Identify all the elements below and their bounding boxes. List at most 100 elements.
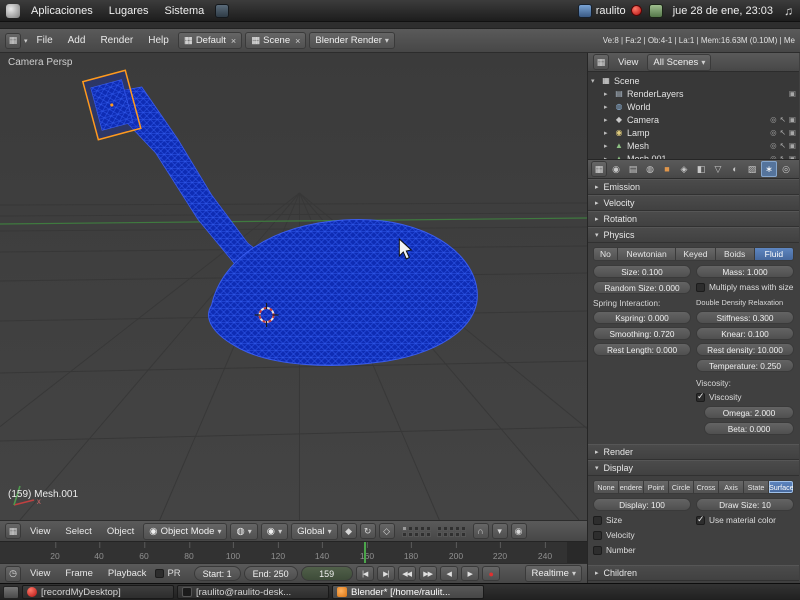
tray-status-icon[interactable] <box>648 3 663 18</box>
jump-to-start-button[interactable]: |◀ <box>355 566 374 581</box>
render-opengl-icon[interactable] <box>510 523 527 539</box>
panel-physics[interactable]: Physics <box>588 227 799 243</box>
editor-type-icon[interactable] <box>593 54 609 70</box>
velocity-checkbox[interactable] <box>593 530 602 540</box>
editor-type-icon[interactable] <box>5 523 21 539</box>
menu-view[interactable]: View <box>24 566 56 581</box>
temperature-field[interactable]: Temperature: 0.250 <box>696 359 794 372</box>
stiffness-field[interactable]: Stiffness: 0.300 <box>696 311 794 324</box>
restrict-render-icon[interactable] <box>789 115 796 124</box>
tree-row-lamp[interactable]: Lamp <box>591 126 796 139</box>
restrict-select-icon[interactable] <box>780 141 786 150</box>
scale-manipulator-icon[interactable] <box>378 523 395 539</box>
task-blender[interactable]: Blender* [/home/raulit... <box>332 585 484 599</box>
tree-row-mesh[interactable]: Mesh <box>591 139 796 152</box>
transform-orientation-selector[interactable]: Global <box>291 522 338 540</box>
draw-size-field[interactable]: Draw Size: 10 <box>696 498 794 511</box>
jump-to-end-button[interactable]: ▶| <box>376 566 395 581</box>
expand-icon[interactable] <box>604 155 611 160</box>
frame-start-field[interactable]: Start: 1 <box>193 566 241 581</box>
restrict-view-icon[interactable] <box>770 141 777 150</box>
random-size-field[interactable]: Random Size: 0.000 <box>593 281 691 294</box>
rotate-manipulator-icon[interactable] <box>359 523 376 539</box>
physics-type-no[interactable]: No <box>593 247 618 261</box>
menu-sistema[interactable]: Sistema <box>158 3 212 19</box>
expand-icon[interactable] <box>604 90 611 98</box>
use-material-color-checkbox[interactable] <box>696 514 705 525</box>
draw-axis[interactable]: Axis <box>719 480 744 494</box>
distro-logo-icon[interactable] <box>6 3 20 18</box>
mode-selector[interactable]: Object Mode <box>143 522 228 540</box>
task-recordmydesktop[interactable]: [recordMyDesktop] <box>22 585 174 599</box>
launcher-icon[interactable] <box>215 3 230 18</box>
viewport-shading-selector[interactable] <box>230 522 258 540</box>
scene-selector[interactable]: Scene <box>245 32 307 49</box>
record-button[interactable]: ● <box>481 566 500 581</box>
volume-icon[interactable] <box>781 4 796 18</box>
clock-applet[interactable]: jue 28 de ene, 23:03 <box>667 5 779 17</box>
tree-row-scene[interactable]: Scene <box>591 74 796 87</box>
expand-icon[interactable] <box>604 142 611 150</box>
restrict-render-icon[interactable] <box>789 89 796 98</box>
tab-object-data[interactable] <box>710 161 726 177</box>
snap-element-selector[interactable] <box>491 523 508 539</box>
tab-world[interactable] <box>642 161 658 177</box>
size-field[interactable]: Size: 0.100 <box>593 265 691 278</box>
task-terminal[interactable]: [raulito@raulito-desk... <box>177 585 329 599</box>
translate-manipulator-icon[interactable] <box>340 523 357 539</box>
menu-aplicaciones[interactable]: Aplicaciones <box>24 3 100 19</box>
expand-icon[interactable] <box>591 77 598 85</box>
menu-frame[interactable]: Frame <box>59 566 98 581</box>
tab-physics[interactable] <box>778 161 794 177</box>
rest-density-field[interactable]: Rest density: 10.000 <box>696 343 794 356</box>
menu-select[interactable]: Select <box>59 524 97 539</box>
collapse-menus-icon[interactable] <box>24 37 28 45</box>
expand-icon[interactable] <box>604 116 611 124</box>
recordmydesktop-tray-icon[interactable] <box>630 5 642 16</box>
tree-row-world[interactable]: World <box>591 100 796 113</box>
snap-magnet-icon[interactable] <box>472 523 489 539</box>
tab-scene[interactable] <box>625 161 641 177</box>
tab-texture[interactable] <box>744 161 760 177</box>
screen-unlink-icon[interactable] <box>229 36 236 46</box>
tree-row-mesh001[interactable]: Mesh.001 <box>591 152 796 160</box>
number-checkbox[interactable] <box>593 545 602 555</box>
display-percent-field[interactable]: Display: 100 <box>593 498 691 511</box>
menu-help[interactable]: Help <box>142 33 175 48</box>
panel-velocity[interactable]: Velocity <box>588 195 799 211</box>
menu-view[interactable]: View <box>612 55 644 70</box>
restrict-select-icon[interactable] <box>780 154 786 159</box>
play-reverse-button[interactable]: ◀ <box>439 566 458 581</box>
play-button[interactable]: ▶ <box>460 566 479 581</box>
menu-add[interactable]: Add <box>62 33 92 48</box>
draw-surface[interactable]: Surface <box>769 480 794 494</box>
expand-icon[interactable] <box>604 129 611 137</box>
viscosity-checkbox[interactable] <box>696 391 705 402</box>
size-checkbox[interactable] <box>593 515 602 525</box>
tray-network-icon[interactable] <box>577 3 592 18</box>
tab-particles[interactable] <box>761 161 777 177</box>
restrict-view-icon[interactable] <box>770 115 777 124</box>
menu-file[interactable]: File <box>31 33 59 48</box>
tab-constraints[interactable] <box>676 161 692 177</box>
restrict-view-icon[interactable] <box>770 128 777 137</box>
editor-type-icon[interactable] <box>5 565 21 582</box>
restrict-render-icon[interactable] <box>789 154 796 159</box>
rest-length-field[interactable]: Rest Length: 0.000 <box>593 343 691 356</box>
pivot-point-selector[interactable] <box>260 522 289 540</box>
menu-view[interactable]: View <box>24 524 56 539</box>
draw-state[interactable]: State <box>744 480 769 494</box>
physics-type-boids[interactable]: Boids <box>715 247 755 261</box>
smoothing-field[interactable]: Smoothing: 0.720 <box>593 327 691 340</box>
tree-row-renderlayers[interactable]: RenderLayers <box>591 87 796 100</box>
knear-field[interactable]: Knear: 0.100 <box>696 327 794 340</box>
viewport-3d[interactable]: x Camera Persp (159) Mesh.001 <box>0 53 587 520</box>
current-frame-playhead[interactable] <box>364 542 366 563</box>
menu-lugares[interactable]: Lugares <box>102 3 156 19</box>
draw-point[interactable]: Point <box>644 480 669 494</box>
restrict-render-icon[interactable] <box>789 128 796 137</box>
physics-type-newtonian[interactable]: Newtonian <box>617 247 677 261</box>
panel-emission[interactable]: Emission <box>588 179 799 195</box>
mass-field[interactable]: Mass: 1.000 <box>696 265 794 278</box>
tab-material[interactable] <box>727 161 743 177</box>
